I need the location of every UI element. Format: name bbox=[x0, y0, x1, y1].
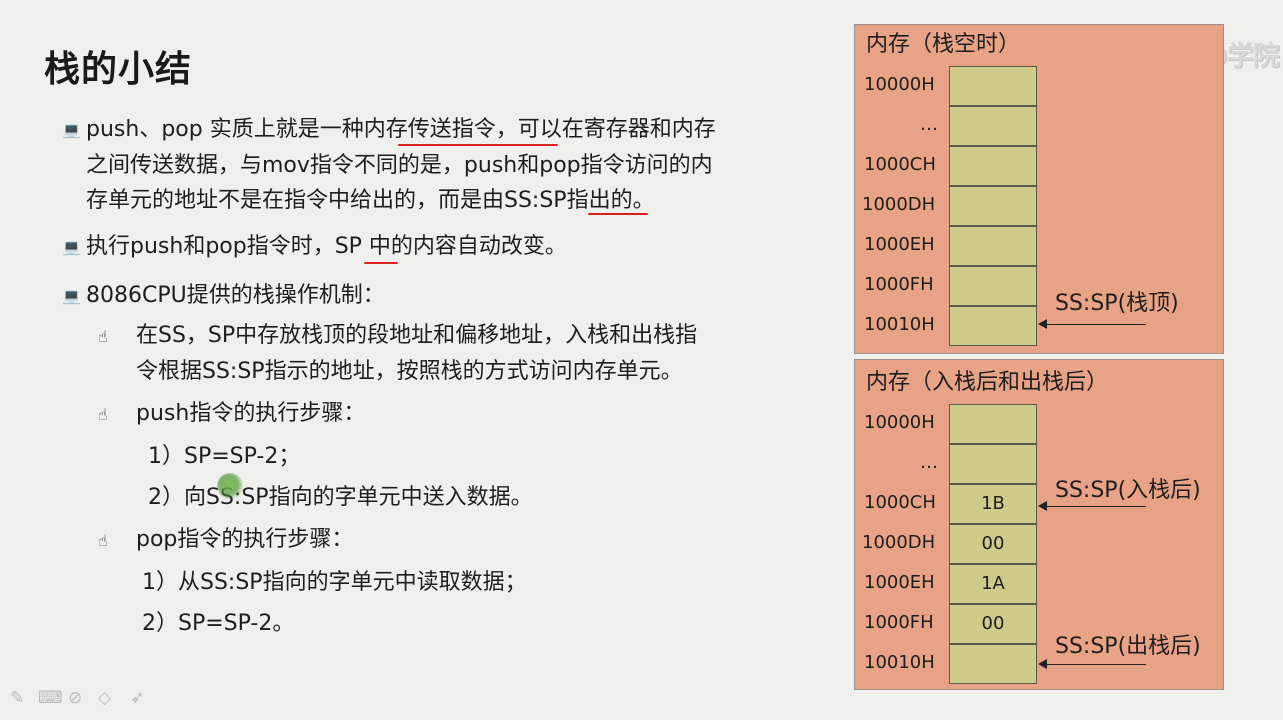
pointing-hand-icon: ☝ bbox=[98, 327, 108, 346]
pop-step-1: 1）从SS:SP指向的字单元中读取数据； bbox=[142, 570, 527, 595]
memory-panel-after-title: 内存（入栈后和出栈后） bbox=[866, 370, 1109, 395]
highlighter-icon[interactable]: ⊘ bbox=[68, 688, 82, 708]
bullet-2-line-1: 执行push和pop指令时，SP 中的内容自动改变。 bbox=[86, 234, 567, 259]
push-pointer-arrow bbox=[1046, 506, 1146, 507]
memory-cell bbox=[949, 106, 1037, 146]
laptop-icon: 💻 bbox=[62, 121, 81, 139]
address-label: 1000EH bbox=[864, 234, 935, 255]
address-label: 10000H bbox=[864, 74, 935, 95]
address-label: 10010H bbox=[864, 652, 935, 673]
memory-cell: 1B bbox=[949, 484, 1037, 524]
memory-cell bbox=[949, 444, 1037, 484]
address-label: 1000EH bbox=[864, 572, 935, 593]
bullet-3-line-1: 8086CPU提供的栈操作机制： bbox=[86, 283, 385, 308]
sub-bullet-1-line-1: 在SS，SP中存放栈顶的段地址和偏移地址，入栈和出栈指 bbox=[136, 323, 698, 348]
memory-cell bbox=[949, 266, 1037, 306]
memory-cell bbox=[949, 644, 1037, 684]
memory-cell bbox=[949, 146, 1037, 186]
cursor-pointer bbox=[217, 473, 243, 499]
slide-title: 栈的小结 bbox=[44, 49, 193, 90]
bullet-1-line-1: push、pop 实质上就是一种内存传送指令，可以在寄存器和内存 bbox=[86, 117, 716, 142]
pop-pointer-label: SS:SP(出栈后) bbox=[1055, 634, 1201, 659]
push-pointer-label: SS:SP(入栈后) bbox=[1055, 478, 1201, 503]
underline-memory-transfer bbox=[398, 144, 558, 146]
pop-step-2: 2）SP=SP-2。 bbox=[142, 611, 295, 636]
address-label: 1000CH bbox=[864, 492, 936, 513]
address-label: 1000FH bbox=[864, 274, 934, 295]
pen-icon[interactable]: ✎ bbox=[10, 688, 24, 708]
address-label: 10000H bbox=[864, 412, 935, 433]
memory-cell: 00 bbox=[949, 604, 1037, 644]
arrow-head-icon bbox=[1038, 659, 1047, 669]
address-label: 1000CH bbox=[864, 154, 936, 175]
bullet-1-line-2: 之间传送数据，与mov指令不同的是，push和pop指令访问的内 bbox=[86, 153, 713, 178]
memory-cell bbox=[949, 306, 1037, 346]
arrow-head-icon bbox=[1038, 501, 1047, 511]
memory-panel-empty-title: 内存（栈空时） bbox=[866, 32, 1021, 57]
address-label: 1000DH bbox=[862, 532, 936, 553]
memory-cell bbox=[949, 66, 1037, 106]
pop-pointer-arrow bbox=[1046, 664, 1146, 665]
underline-ss-sp bbox=[588, 213, 648, 215]
pointing-hand-icon: ☝ bbox=[98, 531, 108, 550]
arrow-head-icon bbox=[1038, 319, 1047, 329]
underline-sp bbox=[364, 262, 398, 264]
memory-cell bbox=[949, 404, 1037, 444]
address-label: … bbox=[920, 114, 938, 135]
stack-top-arrow bbox=[1046, 324, 1146, 325]
address-label: 1000FH bbox=[864, 612, 934, 633]
sub-bullet-1-line-2: 令根据SS:SP指示的地址，按照栈的方式访问内存单元。 bbox=[136, 359, 683, 384]
laptop-icon: 💻 bbox=[62, 287, 81, 305]
push-step-1: 1）SP=SP-2； bbox=[148, 444, 301, 469]
sub-bullet-3-line-1: pop指令的执行步骤： bbox=[136, 527, 354, 552]
address-label: 1000DH bbox=[862, 194, 936, 215]
bullet-1-line-3: 存单元的地址不是在指令中给出的，而是由SS:SP指出的。 bbox=[86, 188, 655, 213]
stack-top-pointer-label: SS:SP(栈顶) bbox=[1055, 291, 1179, 316]
sub-bullet-2-line-1: push指令的执行步骤： bbox=[136, 401, 366, 426]
keyboard-icon[interactable]: ⌨ bbox=[38, 688, 63, 708]
slide: 栈的小结 51CTO学院 💻 push、pop 实质上就是一种内存传送指令，可以… bbox=[0, 0, 1283, 720]
push-step-2: 2）向SS:SP指向的字单元中送入数据。 bbox=[148, 485, 533, 510]
address-label: 10010H bbox=[864, 314, 935, 335]
memory-cell bbox=[949, 186, 1037, 226]
memory-cell: 00 bbox=[949, 524, 1037, 564]
pointer-icon[interactable]: ➶ bbox=[130, 688, 144, 708]
memory-cell: 1A bbox=[949, 564, 1037, 604]
memory-cell bbox=[949, 226, 1037, 266]
eraser-icon[interactable]: ◇ bbox=[98, 688, 111, 708]
pointing-hand-icon: ☝ bbox=[98, 405, 108, 424]
address-label: … bbox=[920, 452, 938, 473]
laptop-icon: 💻 bbox=[62, 238, 81, 256]
